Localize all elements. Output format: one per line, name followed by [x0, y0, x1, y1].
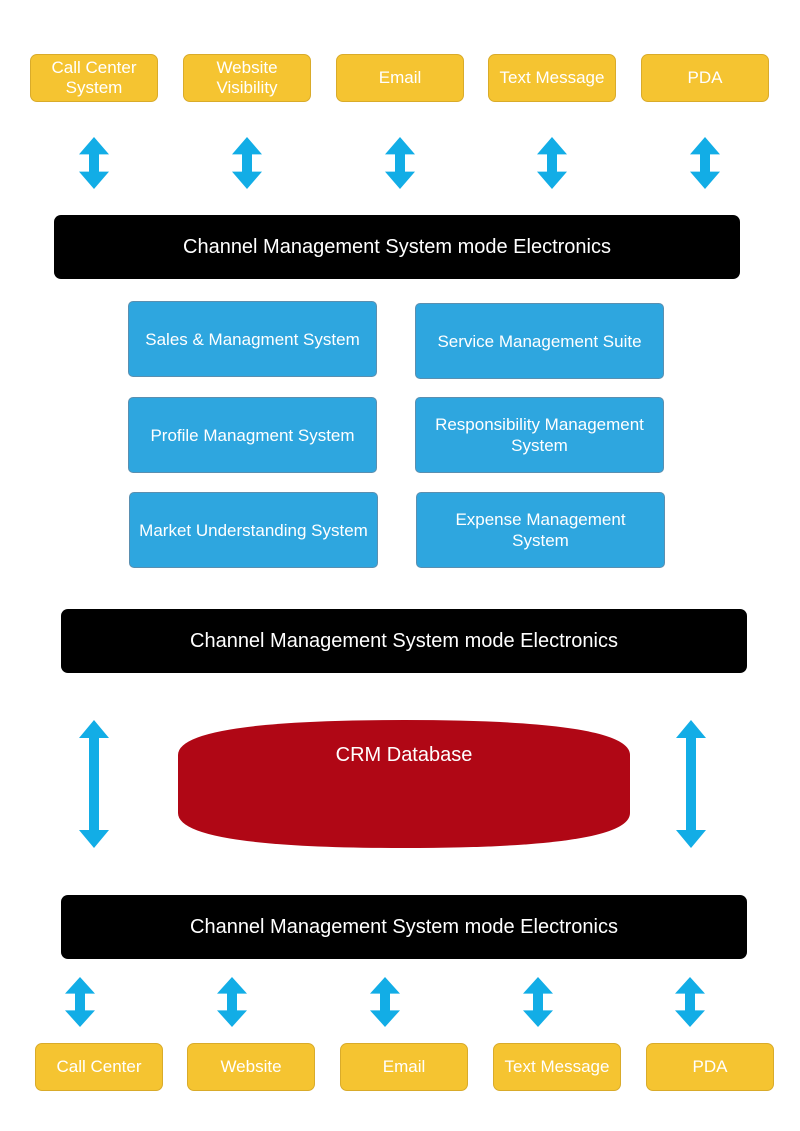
bottom-channel-pda: PDA: [646, 1043, 774, 1091]
double-arrow-icon: [79, 720, 109, 848]
double-arrow-icon: [690, 137, 720, 189]
bottom-channel-call-center: Call Center: [35, 1043, 163, 1091]
channel-bar-middle: Channel Management System mode Electroni…: [61, 609, 747, 673]
top-channel-pda: PDA: [641, 54, 769, 102]
bottom-channel-text-message: Text Message: [493, 1043, 621, 1091]
top-channel-call-center: Call Center System: [30, 54, 158, 102]
double-arrow-icon: [217, 977, 247, 1027]
database-cylinder: [178, 720, 630, 848]
module-profile: Profile Managment System: [128, 397, 377, 473]
double-arrow-icon: [676, 720, 706, 848]
double-arrow-icon: [232, 137, 262, 189]
bottom-channel-email: Email: [340, 1043, 468, 1091]
double-arrow-icon: [537, 137, 567, 189]
double-arrow-icon: [79, 137, 109, 189]
double-arrow-icon: [65, 977, 95, 1027]
database-label: CRM Database: [335, 744, 473, 766]
top-channel-email: Email: [336, 54, 464, 102]
channel-bar-bottom: Channel Management System mode Electroni…: [61, 895, 747, 959]
double-arrow-icon: [370, 977, 400, 1027]
bottom-channel-website: Website: [187, 1043, 315, 1091]
module-service: Service Management Suite: [415, 303, 664, 379]
top-channel-website: Website Visibility: [183, 54, 311, 102]
top-channel-text-message: Text Message: [488, 54, 616, 102]
crm-diagram: Call Center System Website Visibility Em…: [0, 0, 800, 1131]
module-responsibility: Responsibility Management System: [415, 397, 664, 473]
module-sales: Sales & Managment System: [128, 301, 377, 377]
module-market: Market Understanding System: [129, 492, 378, 568]
double-arrow-icon: [675, 977, 705, 1027]
module-expense: Expense Management System: [416, 492, 665, 568]
double-arrow-icon: [523, 977, 553, 1027]
double-arrow-icon: [385, 137, 415, 189]
channel-bar-top: Channel Management System mode Electroni…: [54, 215, 740, 279]
